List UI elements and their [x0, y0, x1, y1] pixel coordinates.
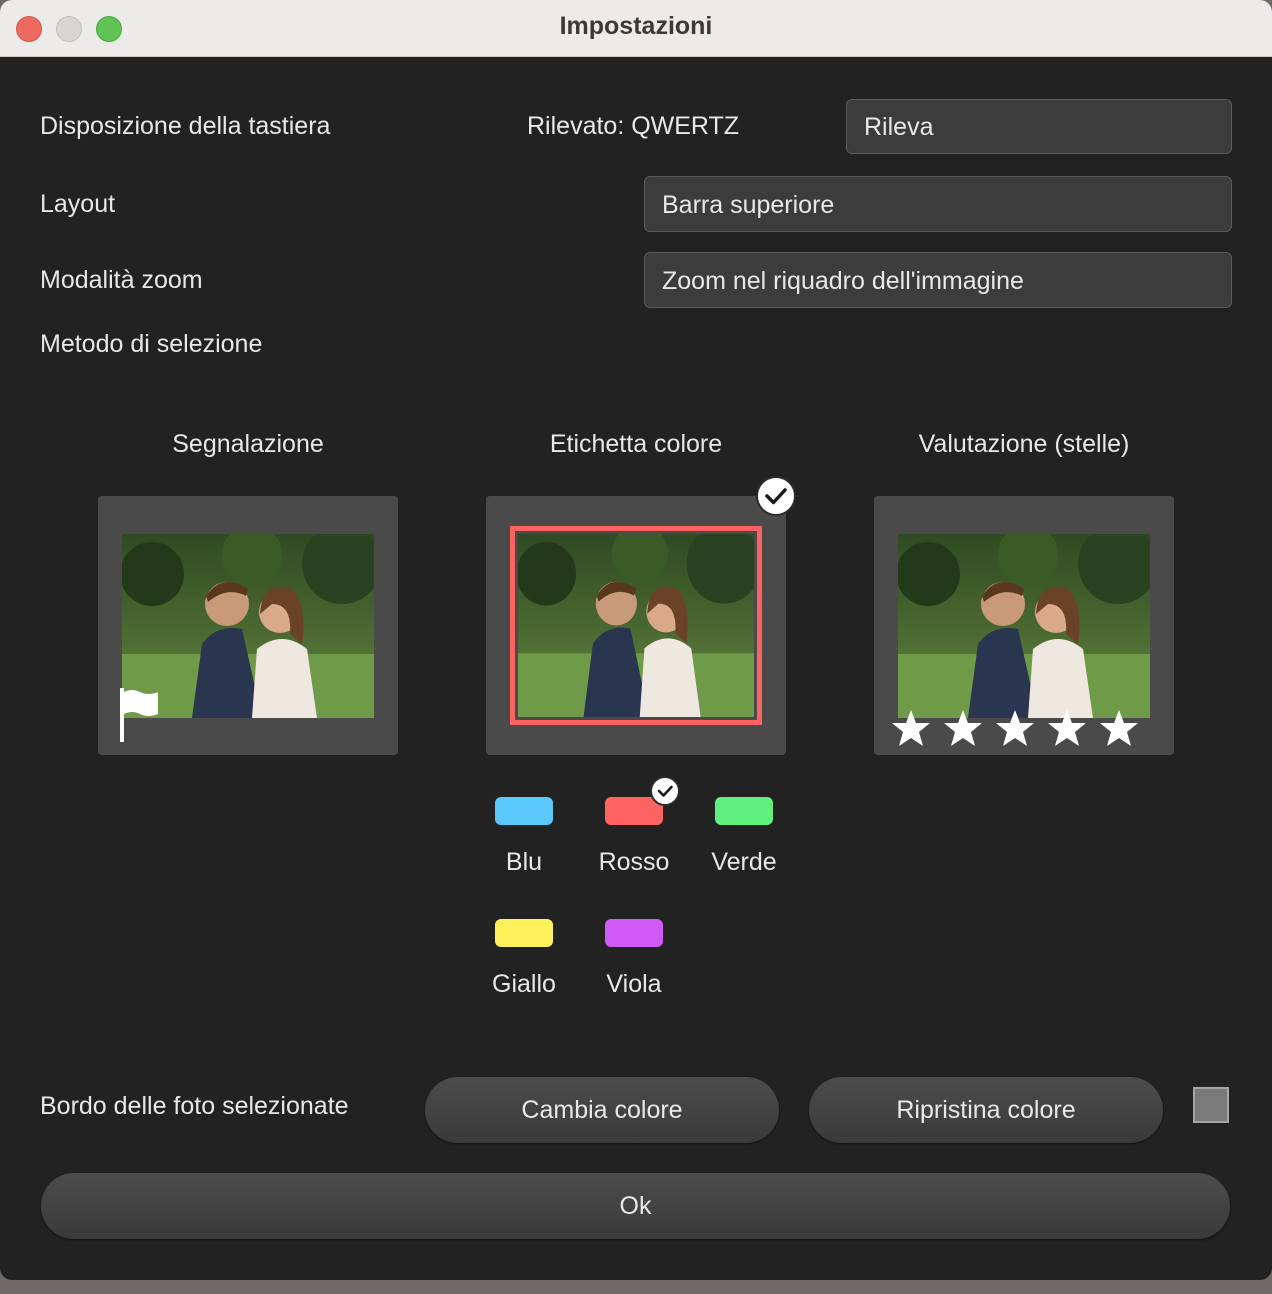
swatch-label-giallo: Giallo — [492, 970, 556, 998]
star-icon — [891, 708, 931, 748]
layout-label: Layout — [40, 190, 116, 218]
swatch-viola[interactable] — [605, 919, 663, 947]
selected-check-icon — [756, 476, 796, 516]
sample-photo — [518, 534, 754, 717]
detected-layout-text: Rilevato: QWERTZ — [527, 112, 740, 140]
star-icon — [943, 708, 983, 748]
ok-button[interactable]: Ok — [41, 1173, 1230, 1239]
star-icon — [995, 708, 1035, 748]
selection-option-color-label[interactable] — [486, 496, 786, 755]
swatch-label-blu: Blu — [505, 848, 543, 876]
swatch-label-verde: Verde — [711, 848, 777, 876]
selection-method-label: Metodo di selezione — [40, 330, 263, 358]
selection-option-flag[interactable] — [98, 496, 398, 755]
settings-window: Impostazioni Disposizione della tastiera… — [0, 0, 1272, 1280]
swatch-label-rosso: Rosso — [598, 848, 670, 876]
keyboard-layout-label: Disposizione della tastiera — [40, 112, 331, 140]
swatch-verde[interactable] — [715, 797, 773, 825]
reset-color-button[interactable]: Ripristina colore — [809, 1077, 1163, 1143]
sample-photo — [898, 534, 1150, 718]
option-title-flag: Segnalazione — [172, 430, 324, 458]
zoom-mode-label: Modalità zoom — [40, 266, 203, 294]
title-bar: Impostazioni — [0, 0, 1272, 57]
window-title: Impostazioni — [559, 12, 713, 40]
detect-button[interactable]: Rileva — [846, 99, 1232, 154]
layout-select[interactable]: Barra superiore — [644, 176, 1232, 232]
option-title-color-label: Etichetta colore — [549, 430, 723, 458]
star-icon — [1047, 708, 1087, 748]
swatch-giallo[interactable] — [495, 919, 553, 947]
zoom-mode-select[interactable]: Zoom nel riquadro dell'immagine — [644, 252, 1232, 308]
selected-color-check-icon — [650, 776, 680, 806]
selected-photo-border-label: Bordo delle foto selezionate — [40, 1092, 349, 1120]
swatch-blu[interactable] — [495, 797, 553, 825]
change-color-button[interactable]: Cambia colore — [425, 1077, 779, 1143]
flag-icon — [120, 688, 158, 742]
swatch-label-viola: Viola — [606, 970, 662, 998]
option-title-star-rating: Valutazione (stelle) — [918, 430, 1130, 458]
star-icon — [1099, 708, 1139, 748]
border-color-preview — [1193, 1087, 1229, 1123]
